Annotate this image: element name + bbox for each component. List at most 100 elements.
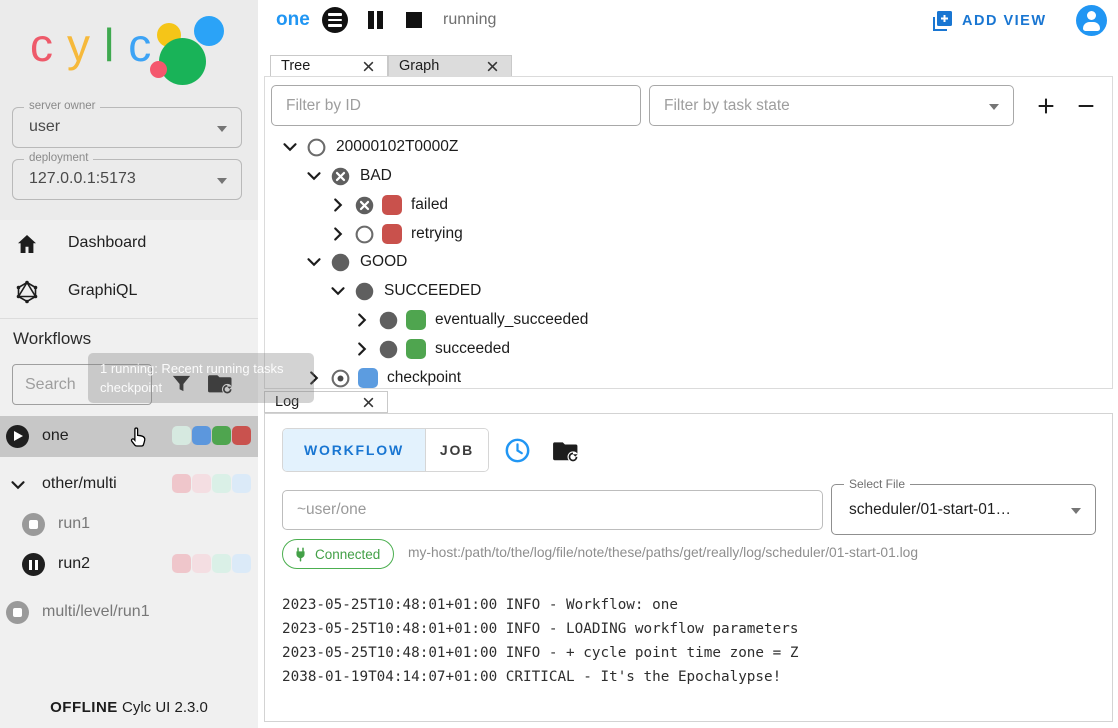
job-succeeded-square [406,310,426,330]
zoom-in-icon[interactable] [1035,95,1057,117]
task-succeeded-icon [378,310,399,331]
chevron-down-icon [217,126,227,132]
tab-graph[interactable]: Graph [388,55,512,77]
offline-status: OFFLINE [50,699,118,716]
tree-node-label: GOOD [360,253,407,271]
chevron-down-icon[interactable] [327,280,349,302]
log-line: 2023-05-25T10:48:01+01:00 INFO - + cycle… [282,645,798,661]
workflow-menu-icon[interactable] [322,7,348,33]
tree-node-label: eventually_succeeded [435,311,588,329]
close-icon[interactable] [362,60,375,73]
tab-label: Tree [281,58,310,74]
close-icon[interactable] [486,60,499,73]
chevron-down-icon[interactable] [7,474,29,496]
folder-refresh-icon[interactable] [207,371,234,396]
chevron-right-icon[interactable] [351,309,373,331]
user-avatar[interactable] [1076,5,1107,36]
search-input[interactable] [13,365,151,404]
chevron-down-icon[interactable] [303,251,325,273]
folder-refresh-icon[interactable] [552,438,580,464]
close-icon[interactable] [362,396,375,409]
chevron-right-icon[interactable] [351,338,373,360]
task-waiting-icon [354,224,375,245]
connected-label: Connected [315,547,380,562]
zoom-out-icon[interactable] [1075,95,1097,117]
state-square [212,474,231,493]
filter-icon[interactable] [170,372,193,395]
workflow-name: one [42,427,69,445]
tree-row-family-succeeded[interactable]: SUCCEEDED [327,277,481,305]
stop-circle-icon[interactable] [6,601,29,624]
deployment-label: deployment [24,152,93,164]
tree-row-task-failed[interactable]: failed [327,191,448,219]
workflow-name: run2 [58,555,90,573]
workflow-row-run1[interactable]: run1 [0,504,258,545]
workflows-heading: Workflows [13,329,91,349]
app-version: OFFLINE Cylc UI 2.3.0 [0,699,258,716]
chevron-down-icon[interactable] [303,165,325,187]
sidebar-item-dashboard[interactable]: Dashboard [0,222,258,268]
workflow-row-other-multi[interactable]: other/multi [0,464,258,505]
file-select[interactable]: Select File scheduler/01-start-01… [831,484,1096,535]
filter-by-id-field[interactable] [271,85,641,126]
tree-row-task-retrying[interactable]: retrying [327,220,463,248]
tree-row-cycle-point[interactable]: 20000102T0000Z [279,133,458,161]
job-toggle-button[interactable]: JOB [426,429,488,471]
workflow-search-input[interactable] [12,364,152,405]
workflow-name: other/multi [42,475,117,493]
pause-circle-icon[interactable] [22,553,45,576]
stop-circle-icon[interactable] [22,513,45,536]
timestamps-clock-icon[interactable] [504,437,531,464]
file-select-value: scheduler/01-start-01… [849,501,1011,519]
tree-row-task-eventually-succeeded[interactable]: eventually_succeeded [351,306,588,334]
workflow-id-input[interactable] [283,491,822,529]
server-owner-select[interactable]: server owner user [12,107,242,148]
state-square [192,426,211,445]
chevron-right-icon[interactable] [327,223,349,245]
plug-icon [293,547,308,562]
tree-view-panel: Filter by task state 20000102T0000Z BAD … [264,76,1113,389]
add-view-label: ADD VIEW [962,13,1047,29]
log-line: 2023-05-25T10:48:01+01:00 INFO - LOADING… [282,621,798,637]
task-succeeded-icon [378,339,399,360]
workflow-row-one[interactable]: one [0,416,258,457]
tree-row-family-bad[interactable]: BAD [303,162,392,190]
tree-node-label: retrying [411,225,463,243]
tab-log[interactable]: Log [264,391,388,413]
chevron-down-icon[interactable] [279,136,301,158]
stop-icon[interactable] [406,12,422,28]
log-file-path: my-host:/path/to/the/log/file/note/these… [408,545,918,560]
log-line: 2023-05-25T10:48:01+01:00 INFO - Workflo… [282,597,678,613]
tree-node-label: checkpoint [387,369,461,387]
state-square [172,474,191,493]
workflow-row-multi-level-run1[interactable]: multi/level/run1 [0,592,258,633]
job-running-square [358,368,378,388]
play-circle-icon[interactable] [6,425,29,448]
tab-label: Log [275,394,299,410]
server-owner-value: user [29,118,60,136]
sidebar-item-graphiql[interactable]: GraphiQL [0,270,258,316]
tree-row-family-good[interactable]: GOOD [303,248,407,276]
tree-row-task-succeeded[interactable]: succeeded [351,335,510,363]
workflow-row-run2[interactable]: run2 [0,544,258,585]
chevron-down-icon [1071,508,1081,514]
deployment-select[interactable]: deployment 127.0.0.1:5173 [12,159,242,200]
log-source-toggle: WORKFLOW JOB [282,428,489,472]
tab-tree[interactable]: Tree [270,55,388,77]
tree-row-task-checkpoint[interactable]: checkpoint [303,364,461,389]
chevron-right-icon[interactable] [303,367,325,389]
filter-by-id-input[interactable] [272,86,640,125]
filter-by-task-state-select[interactable]: Filter by task state [649,85,1014,126]
job-failed-square [382,195,402,215]
state-square [212,554,231,573]
state-square [172,554,191,573]
home-icon [15,232,39,256]
divider [0,318,258,319]
pause-icon[interactable] [366,11,384,29]
workflow-name: run1 [58,515,90,533]
tree-node-label: succeeded [435,340,510,358]
sidebar-item-label: Dashboard [68,234,146,252]
chevron-right-icon[interactable] [327,194,349,216]
workflow-toggle-button[interactable]: WORKFLOW [283,429,426,471]
workflow-id-field[interactable] [282,490,823,530]
